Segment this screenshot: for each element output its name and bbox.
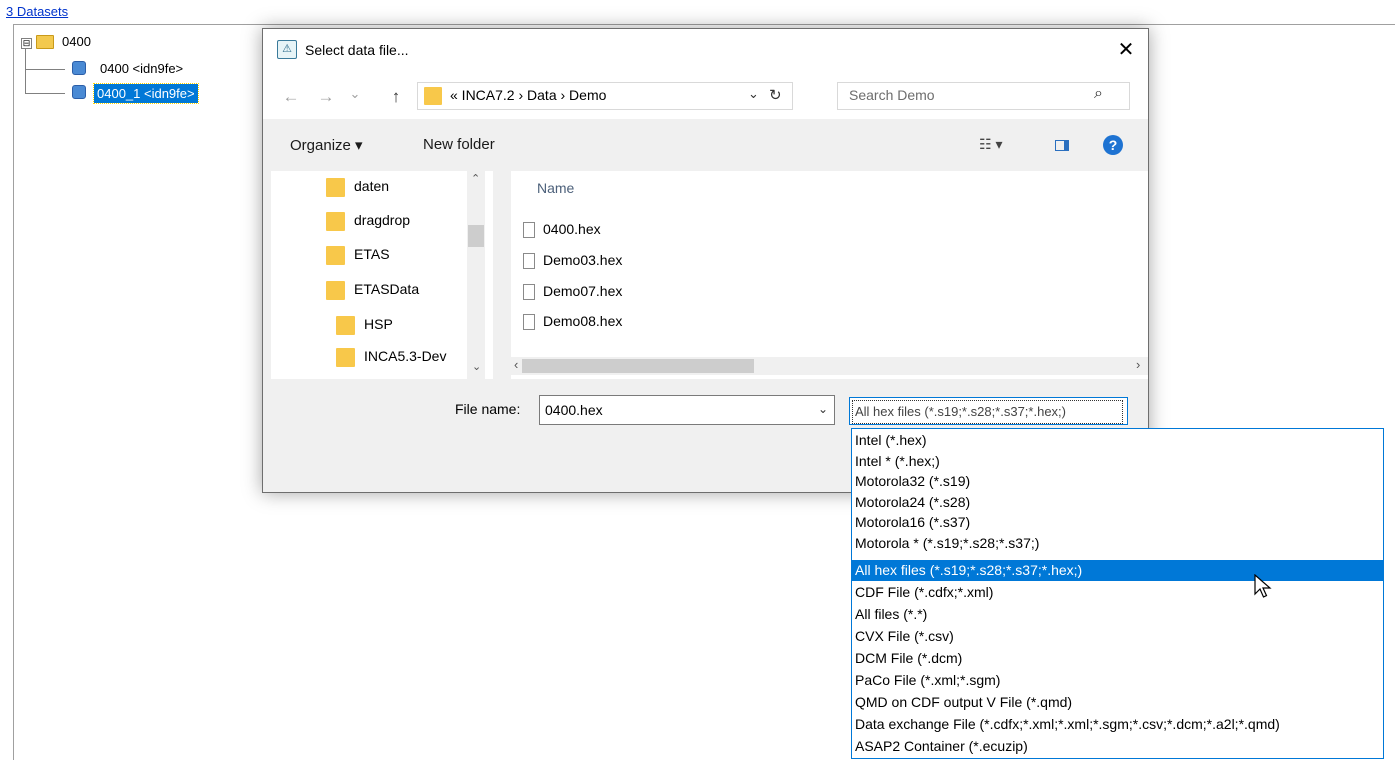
mouse-cursor-icon <box>1254 574 1272 598</box>
new-folder-button[interactable]: New folder <box>423 136 495 153</box>
nav-item-label: dragdrop <box>354 212 411 228</box>
folder-icon <box>326 280 345 300</box>
search-box[interactable]: Search Demo ⌕ <box>837 82 1130 110</box>
scroll-up-icon[interactable]: ⌃ <box>471 172 480 185</box>
file-name: Demo08.hex <box>543 313 623 329</box>
toolbar <box>263 119 1148 171</box>
nav-item-label: HSP <box>364 316 393 332</box>
folder-icon <box>336 315 355 335</box>
nav-item-folder[interactable]: ETAS <box>326 239 390 269</box>
file-type-option[interactable]: Motorola16 (*.s37) <box>852 512 1383 533</box>
close-button[interactable]: ✕ <box>1111 35 1141 65</box>
app-icon: ⚠ <box>277 40 297 59</box>
file-name: 0400.hex <box>543 221 601 237</box>
nav-item-folder[interactable]: INCA5.3-Dev <box>336 341 446 371</box>
preview-pane-icon[interactable] <box>1055 140 1069 151</box>
address-path[interactable]: « INCA7.2 › Data › Demo <box>450 87 606 103</box>
scroll-left-icon[interactable]: ‹ <box>514 357 518 372</box>
file-row[interactable]: Demo07.hex <box>523 277 622 305</box>
file-type-option[interactable]: DCM File (*.dcm) <box>852 648 1383 669</box>
view-options-icon[interactable]: ☷ ▾ <box>979 136 1002 153</box>
file-row[interactable]: Demo08.hex <box>523 307 622 335</box>
file-icon <box>523 253 535 270</box>
folder-icon <box>326 245 345 265</box>
file-type-option[interactable]: Data exchange File (*.cdfx;*.xml;*.xml;*… <box>852 714 1383 735</box>
file-type-option[interactable]: All files (*.*) <box>852 604 1383 625</box>
file-type-option[interactable]: ASAP2 Container (*.ecuzip) <box>852 736 1383 757</box>
select-file-dialog: ⚠ Select data file... ✕ ← → ⌄ ↑ « INCA7.… <box>262 28 1149 493</box>
nav-item-label: daten <box>354 178 390 194</box>
refresh-icon[interactable]: ↻ <box>769 86 782 104</box>
scroll-right-icon[interactable]: › <box>1136 357 1140 372</box>
organize-button[interactable]: Organize ▾ <box>290 136 363 154</box>
file-type-value[interactable]: All hex files (*.s19;*.s28;*.s37;*.hex;) <box>852 400 1123 424</box>
file-icon <box>523 222 535 239</box>
nav-item-label: INCA5.3-Dev <box>364 348 447 364</box>
tree-connector <box>25 48 26 93</box>
file-type-option[interactable]: Motorola * (*.s19;*.s28;*.s37;) <box>852 533 1383 554</box>
file-row[interactable]: Demo03.hex <box>523 246 622 274</box>
file-name: Demo07.hex <box>543 283 623 299</box>
folder-icon <box>326 177 345 197</box>
chevron-down-icon[interactable]: ⌄ <box>748 86 759 102</box>
help-icon[interactable]: ? <box>1103 135 1123 155</box>
tree-root-label[interactable]: 0400 <box>62 34 91 49</box>
dataset-icon <box>72 85 86 99</box>
scrollbar-thumb[interactable] <box>522 359 754 373</box>
file-type-option[interactable]: CVX File (*.csv) <box>852 626 1383 647</box>
title-bar: ⚠ Select data file... ✕ <box>263 29 1148 71</box>
file-type-option[interactable]: CDF File (*.cdfx;*.xml) <box>852 582 1383 603</box>
file-type-option[interactable]: Intel (*.hex) <box>852 430 1383 451</box>
file-name: Demo03.hex <box>543 252 623 268</box>
nav-item-folder[interactable]: ETASData <box>326 274 419 304</box>
file-type-dropdown: Intel (*.hex) Intel * (*.hex;) Motorola3… <box>851 428 1384 759</box>
address-bar[interactable]: « INCA7.2 › Data › Demo ⌄ ↻ <box>417 82 793 110</box>
recent-locations-icon[interactable]: ⌄ <box>344 83 366 105</box>
folder-icon <box>36 35 54 49</box>
file-type-option[interactable]: Motorola32 (*.s19) <box>852 471 1383 492</box>
file-name-value[interactable]: 0400.hex <box>545 402 603 418</box>
nav-item-label: ETASData <box>354 281 420 297</box>
search-icon[interactable]: ⌕ <box>1094 85 1103 103</box>
folder-icon <box>424 87 442 105</box>
tree-item-dataset-selected[interactable]: 0400_1 <idn9fe> <box>93 83 199 104</box>
back-arrow-icon[interactable]: ← <box>280 86 302 108</box>
chevron-down-icon[interactable]: ⌄ <box>818 402 828 416</box>
folder-icon <box>326 211 345 231</box>
file-type-option[interactable]: Intel * (*.hex;) <box>852 451 1383 472</box>
file-type-option[interactable]: QMD on CDF output V File (*.qmd) <box>852 692 1383 713</box>
navigation-pane: daten dragdrop ETAS ETASData HSP INCA5.3… <box>271 171 493 379</box>
tree-connector <box>25 69 65 70</box>
up-arrow-icon[interactable]: ↑ <box>385 86 407 108</box>
file-type-option-selected[interactable]: All hex files (*.s19;*.s28;*.s37;*.hex;) <box>852 560 1383 581</box>
file-icon <box>523 314 535 331</box>
datasets-link[interactable]: 3 Datasets <box>6 4 68 19</box>
tree-collapse-icon[interactable]: ⊟ <box>21 38 32 49</box>
file-name-label: File name: <box>455 401 521 417</box>
dialog-title: Select data file... <box>305 42 409 58</box>
folder-icon <box>336 347 355 367</box>
nav-item-folder[interactable]: daten <box>326 171 389 201</box>
tree-connector <box>25 93 65 94</box>
nav-item-folder[interactable]: HSP <box>336 309 393 339</box>
nav-pane-scrollbar[interactable] <box>467 171 485 379</box>
column-header-name[interactable]: Name <box>537 180 574 196</box>
scroll-down-icon[interactable]: ⌄ <box>472 360 481 373</box>
scrollbar-thumb[interactable] <box>468 225 484 247</box>
nav-item-label: ETAS <box>354 246 390 262</box>
search-placeholder: Search Demo <box>849 87 935 103</box>
nav-item-folder[interactable]: dragdrop <box>326 205 410 235</box>
file-row[interactable]: 0400.hex <box>523 215 601 243</box>
file-name-input[interactable]: 0400.hex ⌄ <box>539 395 835 425</box>
file-type-option[interactable]: PaCo File (*.xml;*.sgm) <box>852 670 1383 691</box>
tree-item-dataset[interactable]: 0400 <idn9fe> <box>97 59 186 78</box>
file-list-pane <box>511 171 1148 379</box>
dataset-icon <box>72 61 86 75</box>
file-type-select[interactable]: All hex files (*.s19;*.s28;*.s37;*.hex;) <box>849 397 1128 425</box>
file-type-option[interactable]: Motorola24 (*.s28) <box>852 492 1383 513</box>
forward-arrow-icon[interactable]: → <box>315 86 337 108</box>
file-icon <box>523 284 535 301</box>
